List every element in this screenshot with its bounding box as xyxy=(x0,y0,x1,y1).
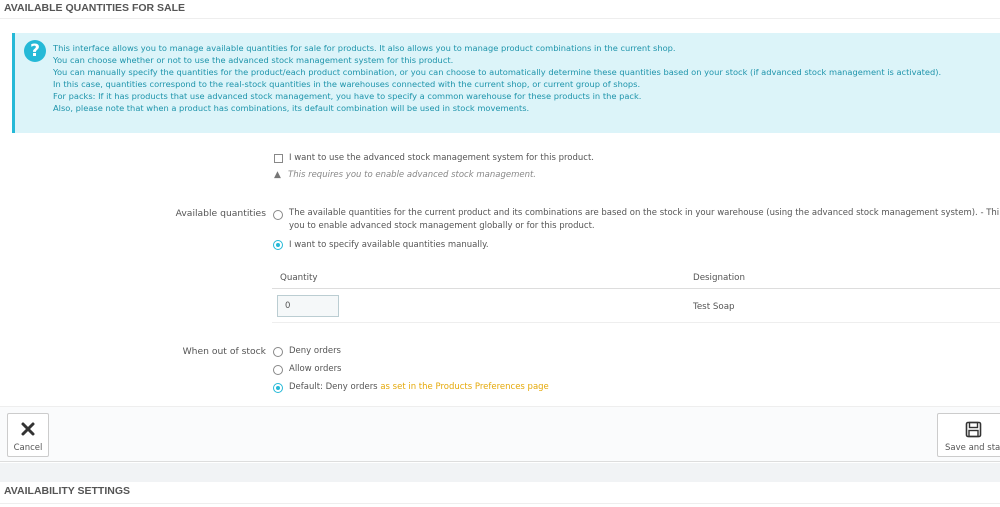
option-allow-orders[interactable]: Allow orders xyxy=(289,364,342,374)
close-icon xyxy=(8,421,48,443)
option-deny-orders[interactable]: Deny orders xyxy=(289,346,341,356)
quantity-table-header: Quantity Designation xyxy=(272,268,1000,289)
column-header-designation: Designation xyxy=(693,273,745,283)
available-quantities-label: Available quantities xyxy=(175,208,266,219)
alert-line: This interface allows you to manage avai… xyxy=(53,43,676,53)
alert-line: You can manually specify the quantities … xyxy=(53,67,942,77)
cancel-label: Cancel xyxy=(13,443,43,453)
save-and-stay-button[interactable]: Save and stay xyxy=(937,413,1000,457)
advanced-stock-warning: This requires you to enable advanced sto… xyxy=(288,170,536,180)
product-quantities-page: AVAILABLE QUANTITIES FOR SALE ? This int… xyxy=(0,0,1000,507)
products-preferences-link[interactable]: as set in the Products Preferences page xyxy=(380,382,548,392)
form-footer: Cancel Save and stay xyxy=(0,406,1000,462)
radio-auto-quantities[interactable] xyxy=(273,210,283,220)
alert-line: For packs: If it has products that use a… xyxy=(53,91,642,101)
alert-text: This interface allows you to manage avai… xyxy=(53,42,1000,114)
radio-default-orders[interactable] xyxy=(273,383,283,393)
section-divider xyxy=(0,463,1000,482)
out-of-stock-label: When out of stock xyxy=(182,346,266,357)
cancel-button[interactable]: Cancel xyxy=(7,413,49,457)
option-default-orders-text: Default: Deny orders xyxy=(289,382,378,392)
question-circle-icon: ? xyxy=(24,40,46,62)
alert-line: Also, please note that when a product ha… xyxy=(53,103,530,113)
column-header-quantity: Quantity xyxy=(280,273,318,283)
warning-icon: ▲ xyxy=(274,170,281,180)
save-and-stay-label: Save and stay xyxy=(945,443,1000,453)
section-title-quantities: AVAILABLE QUANTITIES FOR SALE xyxy=(0,0,1000,19)
option-default-orders[interactable]: Default: Deny orders as set in the Produ… xyxy=(289,382,549,392)
radio-manual-quantities[interactable] xyxy=(273,240,283,250)
save-icon xyxy=(945,421,1000,443)
radio-allow-orders[interactable] xyxy=(273,365,283,375)
option-auto-quantities-line2[interactable]: you to enable advanced stock management … xyxy=(289,221,595,231)
info-alert: ? This interface allows you to manage av… xyxy=(12,33,1000,133)
alert-line: You can choose whether or not to use the… xyxy=(53,55,454,65)
table-row: 0 Test Soap xyxy=(272,289,1000,323)
designation-cell: Test Soap xyxy=(693,302,735,312)
option-manual-quantities[interactable]: I want to specify available quantities m… xyxy=(289,240,489,250)
alert-line: In this case, quantities correspond to t… xyxy=(53,79,641,89)
section-title-availability: AVAILABILITY SETTINGS xyxy=(0,482,1000,504)
quantity-input[interactable]: 0 xyxy=(277,295,339,317)
option-auto-quantities-line1[interactable]: The available quantities for the current… xyxy=(289,208,999,218)
advanced-stock-label[interactable]: I want to use the advanced stock managem… xyxy=(289,153,594,163)
radio-deny-orders[interactable] xyxy=(273,347,283,357)
advanced-stock-checkbox[interactable] xyxy=(274,154,283,163)
